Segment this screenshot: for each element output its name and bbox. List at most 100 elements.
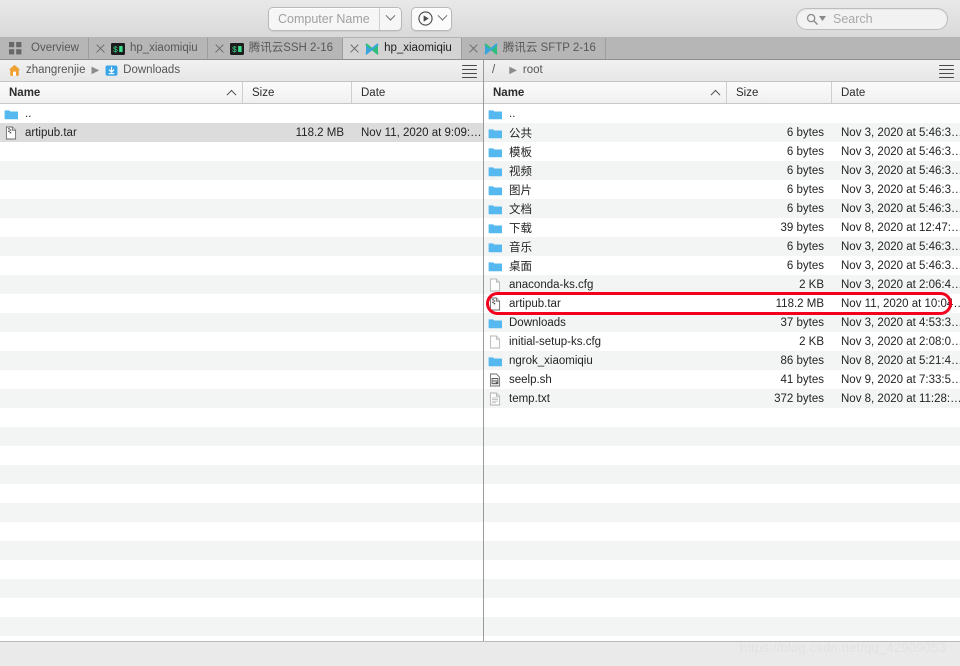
table-row[interactable]: .. (484, 104, 960, 123)
table-row[interactable]: Downloads 37 bytes Nov 3, 2020 at 4:53:3… (484, 313, 960, 332)
empty-row[interactable] (484, 522, 960, 541)
computer-name-dropdown-button[interactable] (379, 7, 401, 30)
breadcrumb-label: Downloads (123, 64, 181, 76)
cell-size: 6 bytes (786, 259, 824, 272)
play-circle-icon[interactable] (418, 11, 433, 26)
table-row[interactable]: .. (0, 104, 483, 123)
table-row[interactable]: 下载 39 bytes Nov 8, 2020 at 12:47:… (484, 218, 960, 237)
search-scope-chevron-icon[interactable] (819, 16, 826, 21)
cell-name: temp.txt (484, 392, 727, 406)
empty-row[interactable] (484, 427, 960, 446)
empty-row[interactable] (0, 541, 483, 560)
empty-row[interactable] (0, 351, 483, 370)
empty-row[interactable] (0, 598, 483, 617)
table-row[interactable]: 音乐 6 bytes Nov 3, 2020 at 5:46:3… (484, 237, 960, 256)
hamburger-menu-icon[interactable] (462, 65, 477, 79)
table-row[interactable]: 桌面 6 bytes Nov 3, 2020 at 5:46:3… (484, 256, 960, 275)
remote-path-bar[interactable]: / ▶ root (484, 60, 960, 82)
tab-tencent-ssh-2-16[interactable]: $ 腾讯云SSH 2-16 (207, 38, 344, 59)
empty-row[interactable] (0, 332, 483, 351)
cell-size: 6 bytes (786, 145, 824, 158)
empty-row[interactable] (484, 503, 960, 522)
cell-name: anaconda-ks.cfg (484, 278, 727, 292)
empty-row[interactable] (484, 484, 960, 503)
empty-row[interactable] (0, 465, 483, 484)
connect-button-group[interactable] (411, 6, 452, 31)
remote-file-list[interactable]: .. 公共 6 bytes Nov 3, 2020 at 5:46:3… 模板 6 byt… (484, 104, 960, 641)
empty-row[interactable] (0, 294, 483, 313)
column-header-name[interactable]: Name (0, 82, 243, 103)
computer-name-input[interactable]: Computer Name (269, 8, 379, 30)
empty-row[interactable] (0, 218, 483, 237)
empty-row[interactable] (0, 560, 483, 579)
table-row[interactable]: anaconda-ks.cfg 2 KB Nov 3, 2020 at 2:06:4… (484, 275, 960, 294)
tab-hp-xiaomiqiu-sftp[interactable]: hp_xiaomiqiu (343, 38, 462, 59)
search-field[interactable]: Search (796, 7, 948, 30)
empty-row[interactable] (0, 617, 483, 636)
empty-row[interactable] (0, 275, 483, 294)
empty-row[interactable] (484, 598, 960, 617)
empty-row[interactable] (0, 142, 483, 161)
tab-overview[interactable]: Overview (0, 38, 89, 59)
cell-date: Nov 3, 2020 at 2:08:0… (841, 335, 960, 348)
column-header-date[interactable]: Date (352, 82, 483, 103)
empty-row[interactable] (0, 446, 483, 465)
hamburger-menu-icon[interactable] (939, 65, 954, 79)
column-header-size[interactable]: Size (727, 82, 832, 103)
table-row[interactable]: artipub.tar 118.2 MB Nov 11, 2020 at 9:09:… (0, 123, 483, 142)
column-header-name[interactable]: Name (484, 82, 727, 103)
empty-row[interactable] (0, 427, 483, 446)
empty-row[interactable] (0, 370, 483, 389)
empty-row[interactable] (484, 560, 960, 579)
tab-hp-xiaomiqiu-ssh[interactable]: $ hp_xiaomiqiu (88, 38, 208, 59)
local-file-list[interactable]: .. artipub.tar 118.2 MB Nov 11, 2020 at 9:0… (0, 104, 483, 641)
empty-row[interactable] (0, 180, 483, 199)
empty-row[interactable] (0, 408, 483, 427)
empty-row[interactable] (0, 199, 483, 218)
empty-row[interactable] (0, 237, 483, 256)
empty-row[interactable] (484, 446, 960, 465)
table-row[interactable]: 公共 6 bytes Nov 3, 2020 at 5:46:3… (484, 123, 960, 142)
search-input[interactable]: Search (833, 12, 873, 26)
tab-label: 腾讯云SSH 2-16 (248, 42, 334, 54)
empty-row[interactable] (484, 617, 960, 636)
empty-row[interactable] (0, 389, 483, 408)
breadcrumb-item-root-slash[interactable]: / (492, 60, 495, 81)
table-row[interactable]: seelp.sh 41 bytes Nov 9, 2020 at 7:33:5… (484, 370, 960, 389)
svg-text:$: $ (232, 46, 237, 55)
table-row[interactable]: initial-setup-ks.cfg 2 KB Nov 3, 2020 at 2… (484, 332, 960, 351)
table-row[interactable]: 图片 6 bytes Nov 3, 2020 at 5:46:3… (484, 180, 960, 199)
close-icon[interactable] (95, 43, 106, 54)
empty-row[interactable] (0, 313, 483, 332)
breadcrumb-item-downloads[interactable]: Downloads (105, 60, 180, 81)
table-row[interactable]: 文档 6 bytes Nov 3, 2020 at 5:46:3… (484, 199, 960, 218)
empty-row[interactable] (484, 541, 960, 560)
svg-text:$: $ (113, 46, 118, 55)
empty-row[interactable] (0, 579, 483, 598)
table-row[interactable]: artipub.tar 118.2 MB Nov 11, 2020 at 10:04… (484, 294, 960, 313)
empty-row[interactable] (484, 408, 960, 427)
local-path-bar[interactable]: zhangrenjie ▶ Downloads (0, 60, 483, 82)
tab-label: 腾讯云 SFTP 2-16 (502, 42, 596, 54)
computer-name-combo[interactable]: Computer Name (268, 6, 402, 31)
breadcrumb-item-home[interactable]: zhangrenjie (8, 60, 85, 81)
column-header-size[interactable]: Size (243, 82, 352, 103)
close-icon[interactable] (214, 43, 225, 54)
empty-row[interactable] (0, 161, 483, 180)
empty-row[interactable] (0, 503, 483, 522)
tab-tencent-sftp-2-16[interactable]: 腾讯云 SFTP 2-16 (461, 38, 606, 59)
column-header-date[interactable]: Date (832, 82, 960, 103)
empty-row[interactable] (0, 484, 483, 503)
table-row[interactable]: temp.txt 372 bytes Nov 8, 2020 at 11:28:… (484, 389, 960, 408)
table-row[interactable]: 模板 6 bytes Nov 3, 2020 at 5:46:3… (484, 142, 960, 161)
close-icon[interactable] (349, 43, 360, 54)
breadcrumb-item-root[interactable]: root (523, 60, 543, 81)
close-icon[interactable] (468, 43, 479, 54)
empty-row[interactable] (484, 465, 960, 484)
empty-row[interactable] (484, 579, 960, 598)
empty-row[interactable] (0, 522, 483, 541)
empty-row[interactable] (0, 256, 483, 275)
connect-dropdown-icon[interactable] (437, 10, 448, 21)
table-row[interactable]: 视频 6 bytes Nov 3, 2020 at 5:46:3… (484, 161, 960, 180)
table-row[interactable]: ngrok_xiaomiqiu 86 bytes Nov 8, 2020 at 5:… (484, 351, 960, 370)
